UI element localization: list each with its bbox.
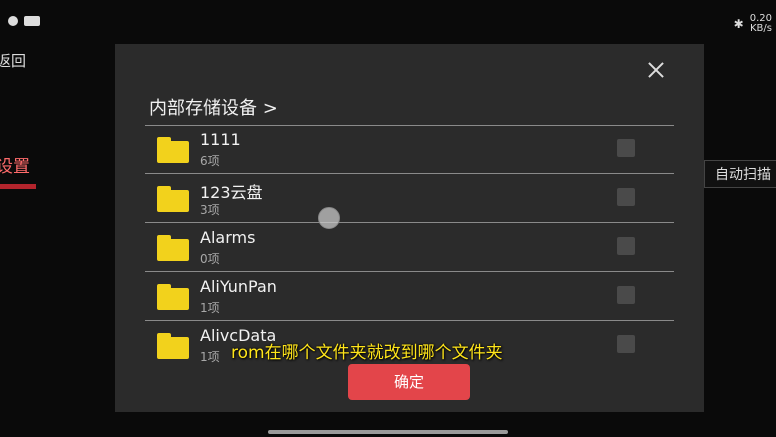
folder-name: AliYunPan: [200, 277, 277, 296]
folder-icon: [157, 284, 189, 310]
list-item[interactable]: Alarms 0项: [145, 223, 674, 272]
folder-checkbox[interactable]: [617, 188, 635, 206]
folder-checkbox[interactable]: [617, 286, 635, 304]
pointer-cursor: [318, 207, 340, 229]
auto-scan-button[interactable]: 自动扫描: [704, 160, 776, 188]
back-button[interactable]: 返回: [0, 50, 26, 71]
list-item[interactable]: 123云盘 3项: [145, 174, 674, 223]
folder-icon: [157, 333, 189, 359]
folder-name: 1111: [200, 130, 241, 149]
folder-item-count: 1项: [200, 301, 220, 315]
folder-name: Alarms: [200, 228, 256, 247]
folder-checkbox[interactable]: [617, 139, 635, 157]
home-indicator[interactable]: [268, 430, 508, 434]
folder-item-count: 0项: [200, 252, 220, 266]
folder-list: 1111 6项 123云盘 3项 Alarms 0项 AliYunPan 1项 …: [145, 125, 674, 369]
video-camera-icon: [24, 16, 40, 26]
folder-item-count: 6项: [200, 154, 220, 168]
folder-name: 123云盘: [200, 183, 263, 202]
list-item[interactable]: 1111 6项: [145, 125, 674, 174]
folder-item-count: 3项: [200, 203, 220, 217]
folder-checkbox[interactable]: [617, 237, 635, 255]
folder-icon: [157, 137, 189, 163]
close-icon[interactable]: [646, 60, 666, 80]
status-bar: ✱ 0.20 KB/s: [0, 0, 776, 44]
list-item[interactable]: AliYunPan 1项: [145, 272, 674, 321]
breadcrumb[interactable]: 内部存储设备 >: [149, 94, 278, 120]
confirm-button[interactable]: 确定: [348, 364, 470, 400]
video-subtitle: rom在哪个文件夹就改到哪个文件夹: [231, 343, 503, 363]
network-speed: 0.20 KB/s: [750, 14, 772, 34]
folder-checkbox[interactable]: [617, 335, 635, 353]
bluetooth-icon: ✱: [733, 17, 744, 31]
folder-icon: [157, 235, 189, 261]
network-speed-unit: KB/s: [750, 23, 772, 34]
folder-item-count: 1项: [200, 350, 220, 364]
settings-active-indicator: [0, 184, 36, 189]
folder-icon: [157, 186, 189, 212]
record-dot-icon: [8, 16, 18, 26]
sidebar-item-settings[interactable]: 设置: [0, 152, 30, 177]
